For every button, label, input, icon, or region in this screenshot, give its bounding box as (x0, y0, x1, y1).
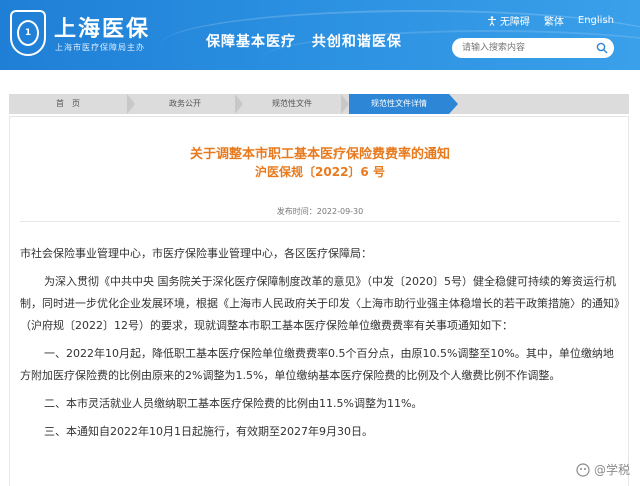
article-publish-date: 发布时间：2022-09-30 (276, 207, 364, 216)
header-slogan: 保障基本医疗 共创和谐医保 (206, 31, 402, 51)
search-input[interactable] (452, 38, 614, 58)
chevron-right-icon (449, 94, 458, 114)
chevron-right-icon (127, 94, 135, 114)
article-paragraph: 二、本市灵活就业人员缴纳职工基本医疗保险费的比例由11.5%调整为11%。 (44, 397, 423, 410)
article-paragraph: 市社会保险事业管理中心，市医疗保险事业管理中心，各区医疗保障局： (20, 247, 372, 260)
site-logo-title[interactable]: 上海医保 (54, 11, 150, 43)
article-body: 市社会保险事业管理中心，市医疗保险事业管理中心，各区医疗保障局： 为深入贯彻《中… (20, 243, 624, 443)
top-links: 无障碍 繁体 English (487, 13, 614, 28)
article-paragraph: 为深入贯彻《中共中央 国务院关于深化医疗保障制度改革的意见》（中发〔2020〕5… (20, 275, 620, 332)
slogan-part-1: 保障基本医疗 (206, 34, 296, 50)
watermark-text: @学税 (593, 463, 630, 477)
breadcrumb-current-page: 规范性文件详情 (349, 94, 449, 114)
article-doc-number: 沪医保规〔2022〕6 号 (255, 165, 385, 179)
chevron-right-icon (341, 94, 349, 114)
accessibility-link[interactable]: 无障碍 (487, 13, 530, 28)
breadcrumb-normative-docs[interactable]: 规范性文件 (243, 94, 341, 114)
breadcrumb-home[interactable]: 首 页 (9, 94, 127, 114)
article-paragraph: 三、本通知自2022年10月1日起施行，有效期至2027年9月30日。 (44, 425, 373, 438)
breadcrumb-gov-affairs[interactable]: 政务公开 (135, 94, 235, 114)
logo-emblem-icon[interactable]: 1 (10, 10, 46, 56)
search-icon[interactable] (596, 42, 608, 54)
watermark-logo-icon (576, 462, 590, 477)
article-title: 关于调整本市职工基本医疗保险费费率的通知 (189, 147, 450, 162)
divider (20, 221, 620, 222)
article-paragraph: 一、2022年10月起，降低职工基本医疗保险单位缴费费率0.5个百分点，由原10… (20, 347, 614, 382)
chevron-right-icon (235, 94, 243, 114)
watermark: @学税 (576, 461, 630, 478)
traditional-chinese-link[interactable]: 繁体 (544, 13, 564, 28)
accessibility-icon (487, 15, 496, 26)
breadcrumb: 首 页 政务公开 规范性文件 规范性文件详情 (9, 94, 629, 114)
english-link[interactable]: English (578, 15, 614, 26)
site-logo-subtitle: 上海市医疗保障局主办 (55, 43, 145, 52)
slogan-part-2: 共创和谐医保 (311, 34, 402, 50)
accessibility-label: 无障碍 (499, 17, 530, 28)
site-header: 1 上海医保 上海市医疗保障局主办 保障基本医疗 共创和谐医保 无障碍 繁体 E… (0, 0, 640, 70)
